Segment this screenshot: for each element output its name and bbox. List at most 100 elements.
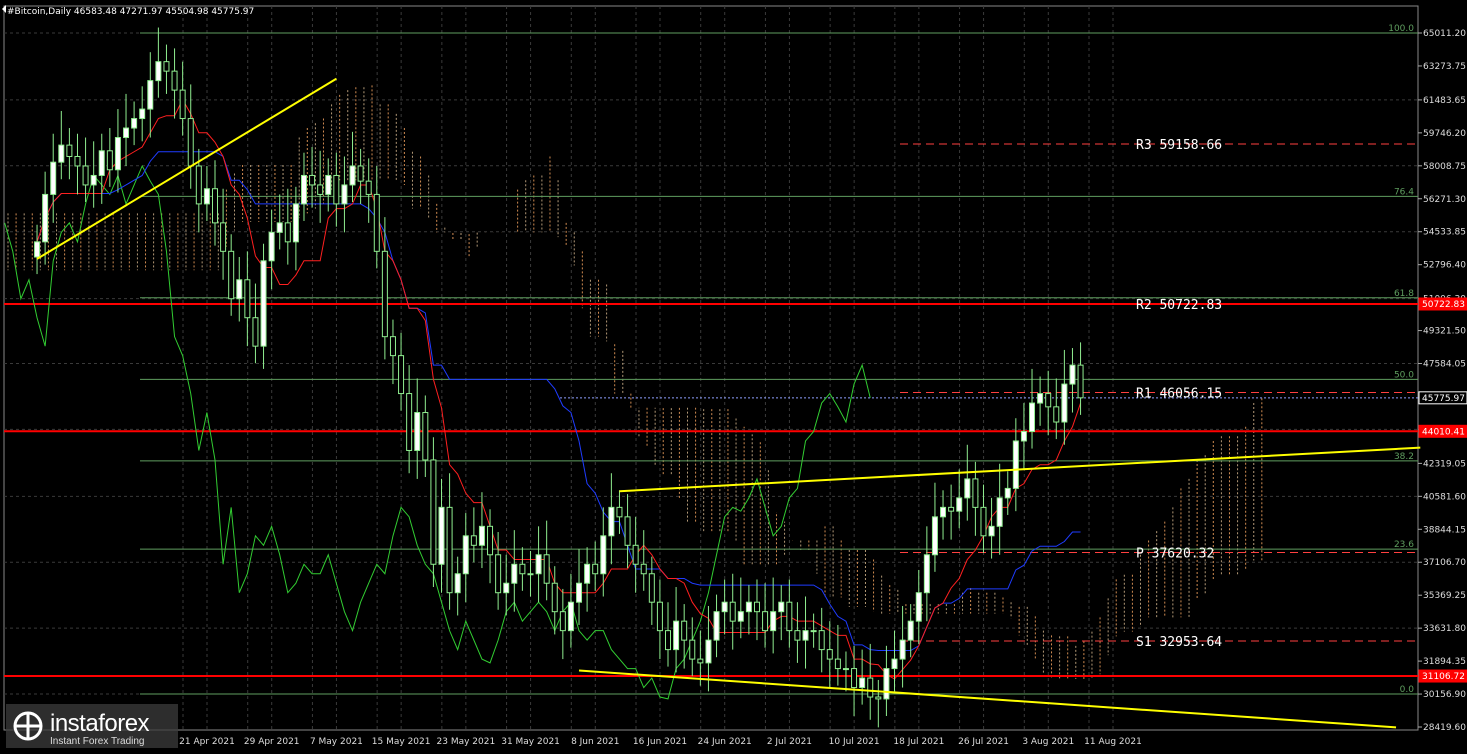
candle-body xyxy=(535,554,542,575)
candle-body xyxy=(697,658,704,664)
candle-body xyxy=(656,601,663,632)
candle-body xyxy=(203,188,210,205)
candle-body xyxy=(414,412,421,451)
y-tick-label: 49321.50 xyxy=(1423,327,1466,337)
y-tick-label: 42319.05 xyxy=(1423,459,1466,469)
candle-body xyxy=(624,516,631,546)
symbol-label: #Bitcoin,Daily xyxy=(7,7,74,17)
candle-body xyxy=(66,144,73,157)
y-tick-label: 54533.85 xyxy=(1423,228,1466,238)
fibo-level-label: 0.0 xyxy=(1400,685,1415,695)
candle-body xyxy=(519,563,526,575)
candle-body xyxy=(268,231,275,262)
candle-body xyxy=(389,336,396,357)
candle-body xyxy=(171,70,178,91)
price-chart: 100.0 76.4 61.8 50.0 38.2 23.6 0.0 R3 59158.66 R… xyxy=(2,5,1467,747)
candle-body xyxy=(462,535,469,575)
candle-body xyxy=(139,108,146,120)
candle-body xyxy=(212,188,218,224)
x-tick-label: 8 Jun 2021 xyxy=(571,737,619,747)
x-tick-label: 15 May 2021 xyxy=(372,737,431,747)
y-tick-label: 28419.60 xyxy=(1423,723,1466,733)
candle-body xyxy=(665,630,671,651)
candle-body xyxy=(325,174,332,195)
price-marker-label: 45775.97 xyxy=(1422,394,1465,404)
logo-tagline: Instant Forex Trading xyxy=(50,736,145,747)
fibo-level-label: 76.4 xyxy=(1394,187,1414,197)
candle-body xyxy=(114,137,121,171)
candle-body xyxy=(891,658,898,670)
candle-body xyxy=(1004,487,1011,499)
pivot-label: S1 32953.64 xyxy=(1136,635,1222,650)
y-tick-label: 65011.20 xyxy=(1423,29,1466,39)
candle-body xyxy=(1077,364,1084,399)
candle-body xyxy=(883,668,890,700)
candle-body xyxy=(1037,393,1044,404)
candle-body xyxy=(948,506,955,512)
candle-body xyxy=(1061,383,1068,423)
candle-body xyxy=(82,165,89,186)
pivot-label: R1 46056.15 xyxy=(1136,387,1222,402)
candle-body xyxy=(1053,406,1060,423)
candle-body xyxy=(430,459,437,565)
candle-body xyxy=(1020,431,1027,442)
candle-body xyxy=(988,525,995,537)
candle-body xyxy=(527,573,534,576)
watermark-logo: instaforex Instant Forex Trading xyxy=(6,704,178,748)
candle-body xyxy=(90,174,97,186)
candle-body xyxy=(640,563,647,575)
candle-body xyxy=(875,696,882,700)
candle-body xyxy=(106,150,113,171)
y-tick-label: 59746.20 xyxy=(1423,129,1466,139)
candle-body xyxy=(632,544,639,565)
fibo-level-label: 38.2 xyxy=(1394,452,1414,462)
candle-body xyxy=(729,601,736,622)
price-marker-label: 44010.41 xyxy=(1422,427,1465,437)
candle-body xyxy=(155,61,162,82)
x-tick-label: 7 May 2021 xyxy=(310,737,363,747)
candle-body xyxy=(648,573,655,603)
candle-body xyxy=(357,165,364,182)
candle-body xyxy=(131,118,138,129)
y-tick-label: 35369.25 xyxy=(1423,591,1466,601)
y-tick-label: 47584.05 xyxy=(1423,360,1466,370)
candle-body xyxy=(956,497,963,512)
candle-body xyxy=(859,677,866,689)
candle-body xyxy=(923,554,930,594)
candle-body xyxy=(1069,364,1076,385)
candle-body xyxy=(940,506,947,518)
price-marker-label: 31106.72 xyxy=(1422,672,1465,682)
x-tick-label: 18 Jul 2021 xyxy=(893,737,944,747)
candle-body xyxy=(899,639,906,660)
candle-body xyxy=(406,393,413,451)
y-tick-label: 33631.80 xyxy=(1423,624,1466,634)
x-tick-label: 2 Jul 2021 xyxy=(767,737,812,747)
candle-body xyxy=(567,601,574,632)
candle-body xyxy=(317,184,324,195)
candle-body xyxy=(284,222,291,243)
candle-body xyxy=(244,279,251,319)
fibo-level-label: 61.8 xyxy=(1394,289,1414,299)
candle-body xyxy=(608,506,615,537)
y-tick-label: 30156.90 xyxy=(1423,690,1466,700)
candle-body xyxy=(980,506,987,537)
candle-body xyxy=(446,506,453,594)
candle-body xyxy=(381,250,388,338)
candle-body xyxy=(584,563,591,584)
candle-body xyxy=(236,279,243,300)
candle-body xyxy=(826,649,833,660)
x-tick-label: 29 Apr 2021 xyxy=(244,737,300,747)
candle-body xyxy=(309,174,316,186)
pivot-label: R2 50722.83 xyxy=(1136,298,1222,313)
candle-body xyxy=(300,174,307,205)
y-tick-label: 40581.60 xyxy=(1423,492,1466,502)
candle-body xyxy=(179,89,186,120)
candle-body xyxy=(163,61,170,72)
candle-body xyxy=(810,630,817,633)
candle-body xyxy=(834,658,841,670)
candle-body xyxy=(147,80,154,110)
candle-body xyxy=(964,478,971,499)
ohlc-values: 46583.48 47271.97 45504.98 45775.97 xyxy=(74,7,254,17)
chart-header: #Bitcoin,Daily 46583.48 47271.97 45504.9… xyxy=(7,7,254,17)
fibo-level-label: 23.6 xyxy=(1394,540,1414,550)
